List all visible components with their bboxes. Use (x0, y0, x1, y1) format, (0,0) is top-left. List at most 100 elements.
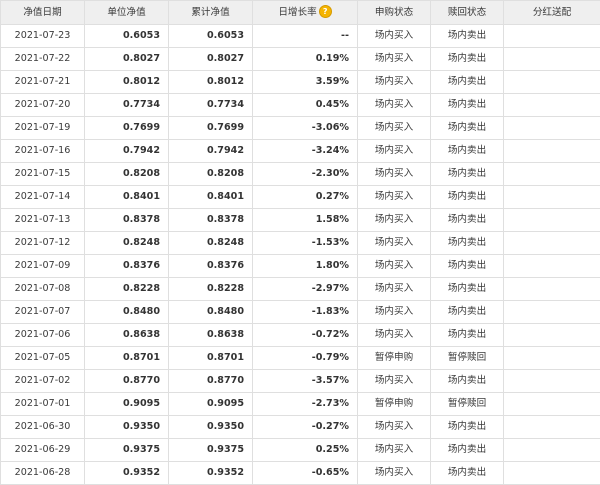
table-row: 2021-07-120.82480.8248-1.53%场内买入场内卖出 (1, 232, 600, 255)
cell-redeem-status: 场内卖出 (431, 301, 504, 324)
col-header-date[interactable]: 净值日期 (1, 1, 85, 25)
cell-daily-rate: 1.80% (253, 255, 358, 278)
cell-daily-rate: 1.58% (253, 209, 358, 232)
table-row: 2021-06-300.93500.9350-0.27%场内买入场内卖出 (1, 416, 600, 439)
cell-purchase-status: 暂停申购 (358, 393, 431, 416)
table-row: 2021-06-290.93750.93750.25%场内买入场内卖出 (1, 439, 600, 462)
cell-unit-nav: 0.8770 (85, 370, 169, 393)
question-icon[interactable]: ? (319, 5, 332, 18)
table-row: 2021-07-050.87010.8701-0.79%暂停申购暂停赎回 (1, 347, 600, 370)
cell-purchase-status: 场内买入 (358, 301, 431, 324)
cell-daily-rate: -0.65% (253, 462, 358, 485)
cell-dividend (504, 416, 600, 439)
table-row: 2021-07-160.79420.7942-3.24%场内买入场内卖出 (1, 140, 600, 163)
cell-dividend (504, 94, 600, 117)
cell-redeem-status: 场内卖出 (431, 324, 504, 347)
cell-redeem-status: 场内卖出 (431, 140, 504, 163)
cell-unit-nav: 0.8027 (85, 48, 169, 71)
cell-purchase-status: 场内买入 (358, 416, 431, 439)
cell-unit-nav: 0.9375 (85, 439, 169, 462)
cell-date: 2021-06-29 (1, 439, 85, 462)
table-row: 2021-07-090.83760.83761.80%场内买入场内卖出 (1, 255, 600, 278)
table-row: 2021-06-280.93520.9352-0.65%场内买入场内卖出 (1, 462, 600, 485)
cell-dividend (504, 347, 600, 370)
table-row: 2021-07-010.90950.9095-2.73%暂停申购暂停赎回 (1, 393, 600, 416)
cell-acc-nav: 0.9350 (169, 416, 253, 439)
table-row: 2021-07-080.82280.8228-2.97%场内买入场内卖出 (1, 278, 600, 301)
cell-acc-nav: 0.8378 (169, 209, 253, 232)
cell-redeem-status: 场内卖出 (431, 94, 504, 117)
cell-unit-nav: 0.8401 (85, 186, 169, 209)
cell-acc-nav: 0.9095 (169, 393, 253, 416)
cell-dividend (504, 71, 600, 94)
cell-purchase-status: 场内买入 (358, 324, 431, 347)
cell-date: 2021-07-08 (1, 278, 85, 301)
cell-daily-rate: -1.83% (253, 301, 358, 324)
cell-unit-nav: 0.8480 (85, 301, 169, 324)
cell-redeem-status: 场内卖出 (431, 117, 504, 140)
cell-dividend (504, 25, 600, 48)
col-header-acc-nav[interactable]: 累计净值 (169, 1, 253, 25)
cell-unit-nav: 0.9095 (85, 393, 169, 416)
cell-date: 2021-07-07 (1, 301, 85, 324)
cell-purchase-status: 场内买入 (358, 163, 431, 186)
cell-redeem-status: 场内卖出 (431, 255, 504, 278)
cell-daily-rate: 0.45% (253, 94, 358, 117)
cell-daily-rate: -- (253, 25, 358, 48)
cell-dividend (504, 278, 600, 301)
table-row: 2021-07-190.76990.7699-3.06%场内买入场内卖出 (1, 117, 600, 140)
cell-unit-nav: 0.8376 (85, 255, 169, 278)
cell-acc-nav: 0.8248 (169, 232, 253, 255)
cell-redeem-status: 场内卖出 (431, 186, 504, 209)
table-row: 2021-07-220.80270.80270.19%场内买入场内卖出 (1, 48, 600, 71)
cell-dividend (504, 324, 600, 347)
table-row: 2021-07-020.87700.8770-3.57%场内买入场内卖出 (1, 370, 600, 393)
cell-acc-nav: 0.8701 (169, 347, 253, 370)
cell-unit-nav: 0.8228 (85, 278, 169, 301)
cell-purchase-status: 场内买入 (358, 94, 431, 117)
cell-acc-nav: 0.6053 (169, 25, 253, 48)
cell-daily-rate: -2.30% (253, 163, 358, 186)
table-body: 2021-07-230.60530.6053--场内买入场内卖出2021-07-… (1, 25, 600, 485)
cell-unit-nav: 0.8638 (85, 324, 169, 347)
cell-purchase-status: 场内买入 (358, 370, 431, 393)
cell-unit-nav: 0.7734 (85, 94, 169, 117)
cell-date: 2021-07-01 (1, 393, 85, 416)
cell-dividend (504, 209, 600, 232)
cell-unit-nav: 0.9350 (85, 416, 169, 439)
cell-unit-nav: 0.8378 (85, 209, 169, 232)
cell-dividend (504, 393, 600, 416)
cell-acc-nav: 0.9352 (169, 462, 253, 485)
cell-redeem-status: 场内卖出 (431, 439, 504, 462)
cell-date: 2021-07-05 (1, 347, 85, 370)
cell-daily-rate: 0.27% (253, 186, 358, 209)
cell-dividend (504, 232, 600, 255)
cell-acc-nav: 0.7699 (169, 117, 253, 140)
cell-dividend (504, 117, 600, 140)
cell-redeem-status: 场内卖出 (431, 370, 504, 393)
daily-rate-label: 日增长率 (278, 7, 316, 18)
cell-daily-rate: -0.27% (253, 416, 358, 439)
cell-unit-nav: 0.9352 (85, 462, 169, 485)
cell-redeem-status: 场内卖出 (431, 232, 504, 255)
cell-acc-nav: 0.8027 (169, 48, 253, 71)
col-header-daily-rate[interactable]: 日增长率? (253, 1, 358, 25)
cell-acc-nav: 0.8208 (169, 163, 253, 186)
table-row: 2021-07-230.60530.6053--场内买入场内卖出 (1, 25, 600, 48)
cell-daily-rate: 0.25% (253, 439, 358, 462)
cell-daily-rate: -3.24% (253, 140, 358, 163)
table-row: 2021-07-060.86380.8638-0.72%场内买入场内卖出 (1, 324, 600, 347)
cell-dividend (504, 140, 600, 163)
cell-purchase-status: 场内买入 (358, 462, 431, 485)
cell-unit-nav: 0.6053 (85, 25, 169, 48)
col-header-unit-nav[interactable]: 单位净值 (85, 1, 169, 25)
cell-date: 2021-07-09 (1, 255, 85, 278)
cell-acc-nav: 0.8480 (169, 301, 253, 324)
table-row: 2021-07-140.84010.84010.27%场内买入场内卖出 (1, 186, 600, 209)
cell-purchase-status: 暂停申购 (358, 347, 431, 370)
cell-date: 2021-07-20 (1, 94, 85, 117)
cell-date: 2021-07-12 (1, 232, 85, 255)
cell-dividend (504, 370, 600, 393)
cell-redeem-status: 场内卖出 (431, 462, 504, 485)
nav-history-table: 净值日期 单位净值 累计净值 日增长率? 申购状态 赎回状态 分红送配 2021… (0, 0, 600, 485)
